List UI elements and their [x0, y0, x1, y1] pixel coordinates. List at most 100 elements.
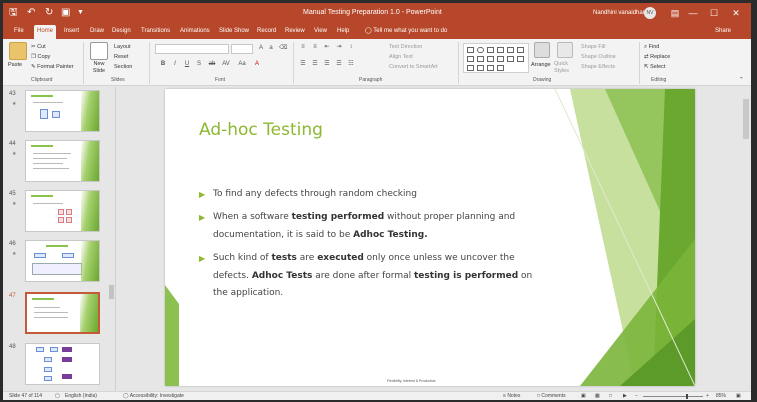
shape-effects-button[interactable]: Shape Effects	[581, 63, 615, 71]
fit-slide-icon[interactable]: ▣	[736, 393, 741, 400]
slide-thumbnail-47[interactable]	[25, 292, 100, 334]
find-button[interactable]: ⌕ Find	[644, 43, 659, 51]
shape-star-icon[interactable]	[517, 47, 524, 53]
strikethrough-button[interactable]: ab	[207, 61, 217, 68]
shape-line-icon[interactable]	[487, 47, 494, 53]
arrange-icon[interactable]	[534, 42, 550, 58]
spellcheck-icon[interactable]: ▢	[55, 393, 60, 400]
new-slide-icon[interactable]	[90, 42, 108, 60]
minimize-button[interactable]: —	[685, 6, 701, 20]
redo-icon[interactable]: ↻	[45, 6, 53, 20]
select-button[interactable]: ⇱ Select	[644, 63, 665, 71]
shadow-button[interactable]: S	[195, 61, 203, 68]
shape-cylinder-icon[interactable]	[467, 65, 474, 71]
bullet-1[interactable]: ▶ To find any defects through random che…	[199, 186, 539, 204]
shape-heart-icon[interactable]	[487, 56, 494, 62]
align-left-icon[interactable]: ☰	[299, 61, 307, 68]
font-color-button[interactable]: A	[253, 61, 261, 68]
shape-cloud-icon[interactable]	[517, 56, 524, 62]
reset-button[interactable]: Reset	[114, 53, 128, 61]
present-icon[interactable]: ▣	[61, 6, 70, 20]
tell-me-search[interactable]: ◯ Tell me what you want to do	[365, 26, 447, 37]
underline-button[interactable]: U	[183, 61, 191, 68]
paste-icon[interactable]	[9, 42, 27, 60]
maximize-button[interactable]: ☐	[706, 6, 722, 20]
vertical-scrollbar[interactable]	[741, 87, 751, 391]
tab-view[interactable]: View	[311, 25, 330, 39]
new-slide-button[interactable]: New Slide	[88, 61, 110, 75]
text-direction-button[interactable]: Text Direction	[389, 43, 422, 51]
user-name[interactable]: Nandhini vanaidhan	[593, 7, 646, 19]
slide-thumbnail-45[interactable]	[25, 190, 100, 232]
normal-view-icon[interactable]: ▣	[581, 393, 586, 400]
bullet-2[interactable]: ▶ When a software testing performed with…	[199, 209, 539, 244]
reading-view-icon[interactable]: □	[609, 393, 612, 400]
tab-draw[interactable]: Draw	[87, 25, 107, 39]
convert-smartart-button[interactable]: Convert to SmartArt	[389, 63, 438, 71]
slide-thumbnail-44[interactable]	[25, 140, 100, 182]
slide-thumbnail-43[interactable]	[25, 90, 100, 132]
zoom-slider-handle[interactable]	[686, 394, 688, 399]
tab-slide-show[interactable]: Slide Show	[216, 25, 252, 39]
copy-button[interactable]: ❐ Copy	[31, 53, 50, 61]
zoom-out-icon[interactable]: −	[635, 393, 638, 400]
shape-triangle-icon[interactable]	[507, 47, 514, 53]
section-button[interactable]: Section	[114, 63, 132, 71]
undo-icon[interactable]: ↶	[27, 6, 35, 20]
decrease-indent-icon[interactable]: ⇤	[323, 44, 331, 51]
columns-icon[interactable]: ☷	[347, 61, 355, 68]
shape-callout-icon[interactable]	[467, 56, 474, 62]
shape-oval-icon[interactable]	[477, 47, 484, 53]
increase-font-icon[interactable]: A	[257, 45, 265, 52]
shape-bracket-icon[interactable]	[487, 65, 494, 71]
clear-format-icon[interactable]: ⌫	[279, 45, 287, 52]
accessibility-status[interactable]: ◯ Accessibility: Investigate	[123, 393, 184, 400]
ribbon-display-icon[interactable]: ▤	[667, 6, 683, 20]
slide-canvas[interactable]: Ad-hoc Testing ▶ To find any defects thr…	[165, 89, 695, 386]
italic-button[interactable]: I	[171, 61, 179, 68]
avatar[interactable]: NV	[644, 7, 656, 19]
comments-button[interactable]: □ Comments	[537, 393, 566, 400]
char-spacing-button[interactable]: AV	[221, 61, 231, 68]
shape-brace-icon[interactable]	[477, 56, 484, 62]
slide-show-icon[interactable]: ▶	[623, 393, 627, 400]
tab-design[interactable]: Design	[109, 25, 134, 39]
slide-sorter-icon[interactable]: ▦	[595, 393, 600, 400]
shape-outline-button[interactable]: Shape Outline	[581, 53, 616, 61]
shape-curve-icon[interactable]	[507, 56, 514, 62]
shape-wave-icon[interactable]	[497, 65, 504, 71]
tab-help[interactable]: Help	[334, 25, 352, 39]
shape-fill-button[interactable]: Shape Fill	[581, 43, 605, 51]
replace-button[interactable]: ⇄ Replace	[644, 53, 670, 61]
scrollbar-thumb[interactable]	[743, 99, 749, 139]
align-center-icon[interactable]: ☰	[311, 61, 319, 68]
slide-thumbnail-46[interactable]	[25, 240, 100, 282]
decrease-font-icon[interactable]: a	[267, 45, 275, 52]
notes-button[interactable]: ≡ Notes	[503, 393, 520, 400]
tab-review[interactable]: Review	[282, 25, 308, 39]
bullets-icon[interactable]: ≡	[299, 44, 307, 51]
share-button[interactable]: Share	[715, 26, 731, 37]
quick-styles-icon[interactable]	[557, 42, 573, 58]
bold-button[interactable]: B	[159, 61, 167, 68]
shape-rectangle-icon[interactable]	[467, 47, 474, 53]
layout-button[interactable]: Layout	[114, 43, 131, 51]
zoom-level[interactable]: 85%	[716, 393, 726, 400]
tab-record[interactable]: Record	[254, 25, 279, 39]
paste-button[interactable]: Paste	[8, 61, 22, 69]
language-status[interactable]: English (India)	[65, 393, 97, 400]
zoom-in-icon[interactable]: +	[706, 393, 709, 400]
shapes-gallery[interactable]	[463, 43, 529, 73]
font-size-field[interactable]	[231, 44, 253, 54]
change-case-button[interactable]: Aa	[237, 61, 247, 68]
tab-insert[interactable]: Insert	[61, 25, 82, 39]
slide-thumbnail-48[interactable]	[25, 343, 100, 385]
cut-button[interactable]: ✂ Cut	[31, 43, 46, 51]
increase-indent-icon[interactable]: ⇥	[335, 44, 343, 51]
numbering-icon[interactable]: ≡	[311, 44, 319, 51]
tab-transitions[interactable]: Transitions	[138, 25, 173, 39]
collapse-ribbon-icon[interactable]: ⌃	[739, 76, 744, 84]
bullet-3[interactable]: ▶ Such kind of tests are executed only o…	[199, 250, 539, 303]
zoom-slider[interactable]	[643, 396, 703, 397]
slide-title[interactable]: Ad-hoc Testing	[199, 119, 323, 141]
